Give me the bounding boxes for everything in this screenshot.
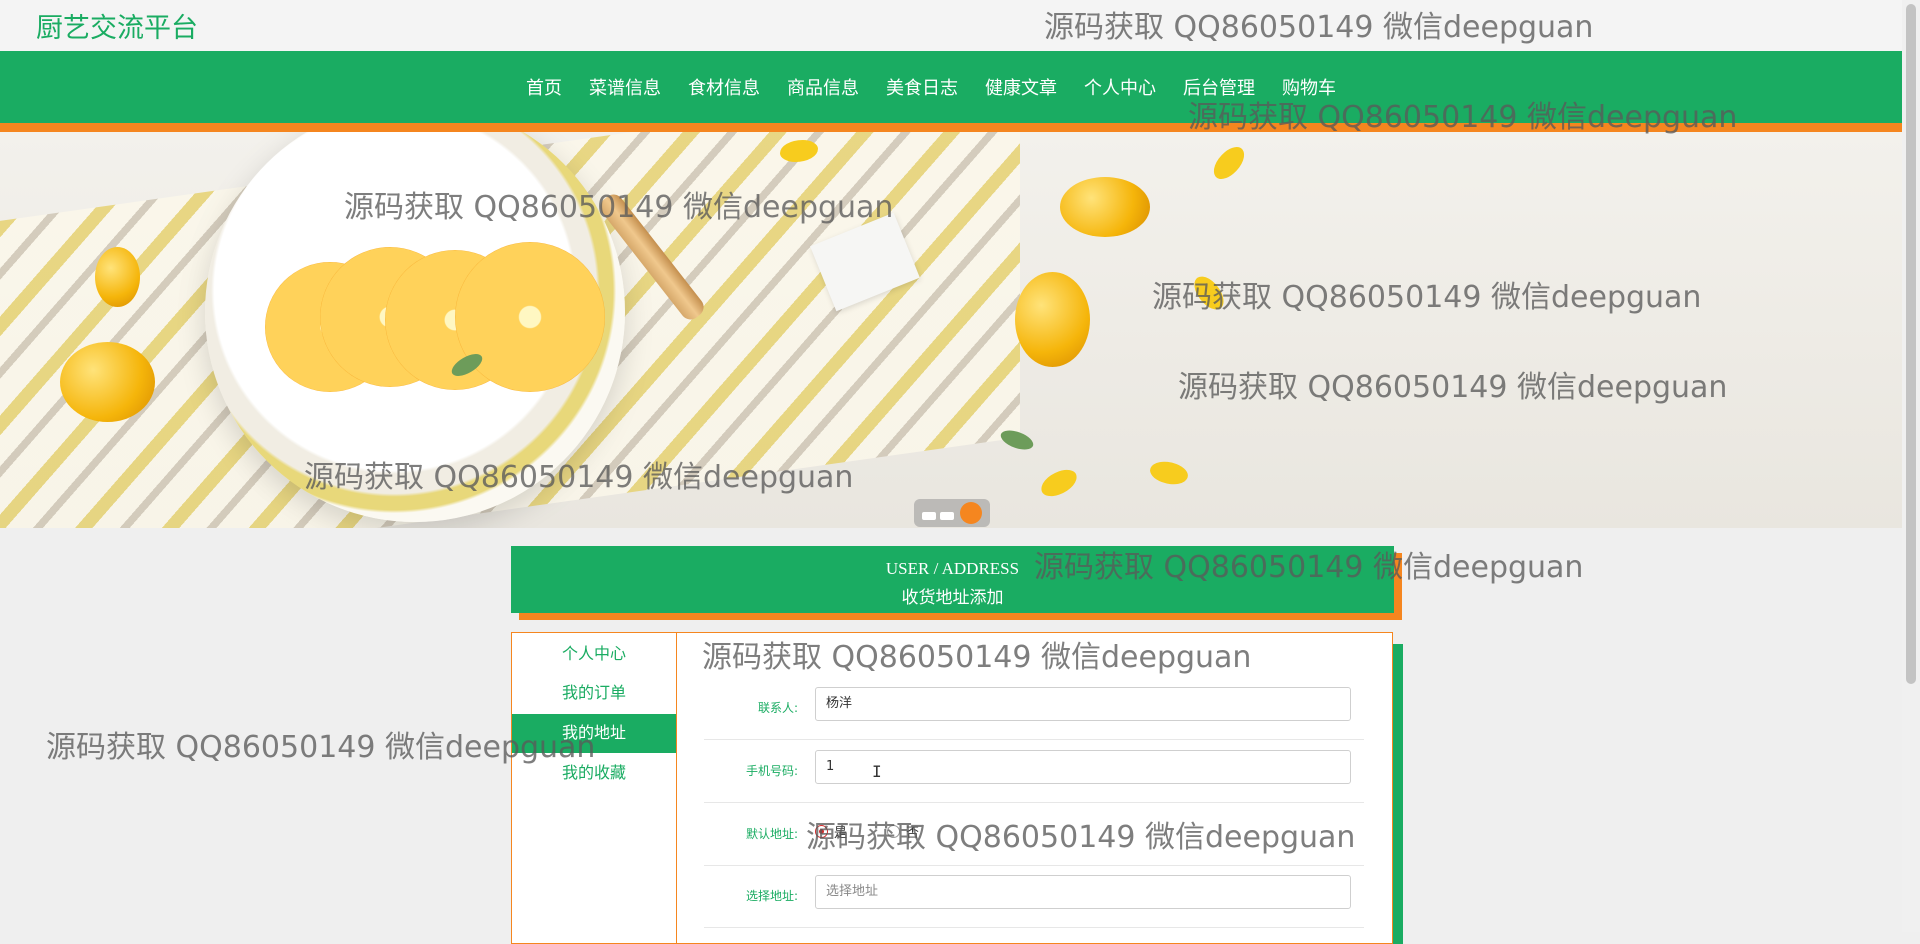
site-logo[interactable]: 厨艺交流平台 — [36, 6, 198, 45]
yellow-tomato — [1060, 177, 1150, 237]
petal-decoration — [1037, 466, 1081, 500]
sidebar-item-my-favorites[interactable]: 我的收藏 — [512, 754, 676, 793]
petal-decoration — [1189, 271, 1229, 315]
radio-yes[interactable] — [815, 825, 828, 838]
main-nav: 首页 菜谱信息 食材信息 商品信息 美食日志 健康文章 个人中心 后台管理 购物… — [0, 51, 1902, 132]
nav-ingredients[interactable]: 食材信息 — [688, 74, 760, 100]
contact-row: 联系人: 杨洋 — [704, 677, 1364, 740]
text-cursor-icon: I — [872, 762, 882, 781]
carousel-dot-2[interactable] — [940, 512, 954, 520]
nav-products[interactable]: 商品信息 — [787, 74, 859, 100]
top-bar: 厨艺交流平台 — [0, 0, 1902, 51]
contact-label: 联系人: — [757, 701, 798, 715]
nav-home[interactable]: 首页 — [526, 74, 562, 100]
nav-personal-center[interactable]: 个人中心 — [1084, 74, 1156, 100]
banner-carousel[interactable] — [0, 132, 1902, 528]
carousel-dot-1[interactable] — [922, 512, 936, 520]
yellow-tomato — [60, 342, 155, 422]
address-row: 选择地址: 选择地址 — [704, 865, 1364, 928]
nav-cart[interactable]: 购物车 — [1282, 74, 1336, 100]
address-label: 选择地址: — [745, 889, 798, 903]
yellow-tomato — [95, 247, 140, 307]
phone-row: 手机号码: 1 — [704, 740, 1364, 803]
nav-admin[interactable]: 后台管理 — [1183, 74, 1255, 100]
radio-no[interactable] — [887, 825, 901, 838]
address-select-input[interactable]: 选择地址 — [815, 875, 1351, 909]
section-header: USER / ADDRESS 收货地址添加 — [511, 546, 1394, 613]
orange-slice — [455, 242, 605, 392]
phone-input[interactable]: 1 — [815, 750, 1351, 784]
petal-decoration — [1147, 456, 1191, 490]
section-title-en: USER / ADDRESS — [885, 559, 1020, 578]
user-sidebar: 个人中心 我的订单 我的地址 我的收藏 — [512, 633, 677, 943]
default-address-row: 默认地址: 是 否 — [704, 803, 1364, 866]
phone-label: 手机号码: — [745, 764, 798, 778]
nav-health-articles[interactable]: 健康文章 — [985, 74, 1057, 100]
carousel-dot-3[interactable] — [960, 502, 982, 524]
page-scrollbar[interactable] — [1902, 0, 1920, 932]
sidebar-item-my-orders[interactable]: 我的订单 — [512, 674, 676, 713]
default-address-radio-group: 是 否 — [815, 822, 919, 841]
nav-food-diary[interactable]: 美食日志 — [886, 74, 958, 100]
leaf-decoration — [998, 426, 1036, 454]
contact-input[interactable]: 杨洋 — [815, 687, 1351, 721]
nav-recipes[interactable]: 菜谱信息 — [589, 74, 661, 100]
scrollbar-thumb[interactable] — [1906, 4, 1916, 684]
default-address-label: 默认地址: — [745, 827, 798, 841]
carousel-indicator — [914, 499, 990, 527]
section-title-zh: 收货地址添加 — [901, 588, 1004, 607]
sidebar-item-my-address[interactable]: 我的地址 — [512, 714, 676, 753]
yellow-tomato — [1015, 272, 1090, 367]
radio-yes-label: 是 — [834, 826, 848, 841]
content-panel: 个人中心 我的订单 我的地址 我的收藏 联系人: 杨洋 手机号码: 1 默认地址… — [511, 632, 1393, 944]
radio-no-label: 否 — [906, 826, 920, 841]
sidebar-item-personal-center[interactable]: 个人中心 — [512, 635, 676, 674]
petal-decoration — [1207, 142, 1251, 184]
